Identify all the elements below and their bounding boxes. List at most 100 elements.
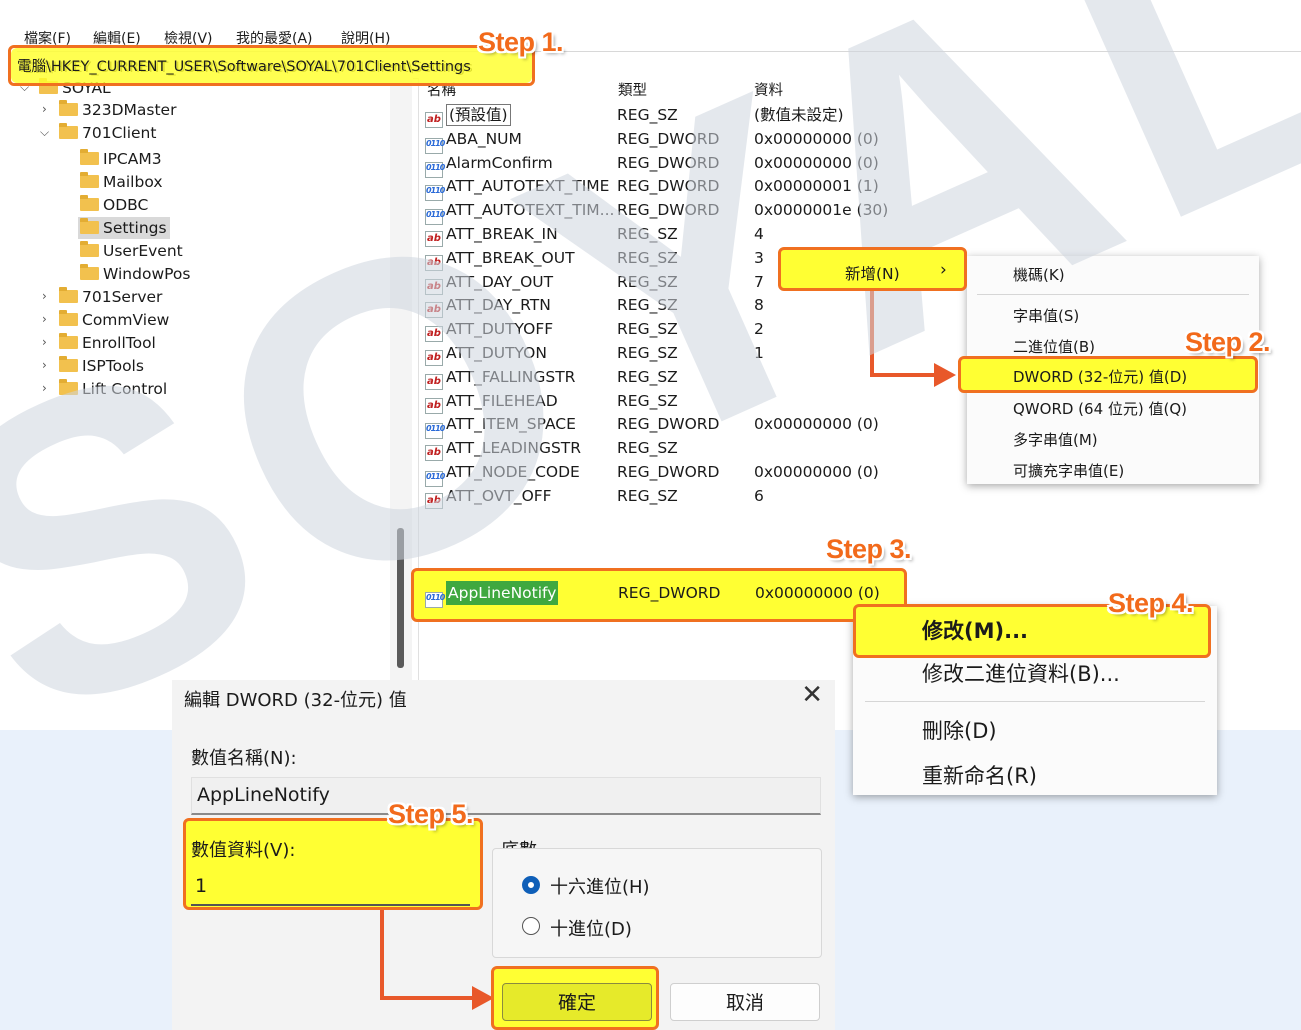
value-name-field[interactable]: AppLineNotify [191,777,821,815]
table-row[interactable]: 0110 ATT_AUTOTEXT_TIM... REG_DWORD 0x000000… [425,198,888,226]
tree-item-windowpos[interactable]: WindowPos [80,263,190,285]
tree-item-settings[interactable]: Settings [78,217,170,239]
menu-item-modify-binary[interactable]: 修改二進位資料(B)... [922,658,1120,688]
value-name: ATT_DAY_RTN [446,296,551,315]
address-path-overlay: 電腦\HKEY_CURRENT_USER\Software\SOYAL\701C… [17,59,471,75]
chevron-down-icon[interactable]: ⌵ [40,125,52,140]
value-type: REG_SZ [617,391,678,410]
value-data-field[interactable]: 1 [191,870,470,906]
tree-label: ISPTools [82,357,144,375]
table-row[interactable]: ab ATT_DUTYON REG_SZ 1 [425,341,885,366]
table-row[interactable]: ab ATT_DAY_RTN REG_SZ 8 [425,293,885,319]
folder-icon [59,123,78,139]
folder-icon [59,287,78,303]
step-3-label: Step 3. [826,534,912,564]
table-row[interactable]: ab ATT_OVT_OFF REG_SZ 6 [425,484,885,509]
tree-item-701client[interactable]: 701Client [59,122,156,144]
folder-icon [80,195,99,211]
value-data: 0x00000000 (0) [755,584,880,602]
table-row[interactable]: 0110 ABA_NUM REG_DWORD 0x00000000 (0) [425,127,885,154]
step-1-label: Step 1. [478,27,564,57]
tree-label: EnrollTool [82,334,156,352]
table-row[interactable]: ab ATT_FILEHEAD REG_SZ [425,389,885,414]
submenu-item-string[interactable]: 字串值(S) [1013,305,1079,326]
table-row[interactable]: ab ATT_BREAK_IN REG_SZ 4 [425,222,885,247]
tree-label: UserEvent [103,242,183,260]
tree-item-isptools[interactable]: ISPTools [59,355,144,377]
value-data: 2 [754,320,764,339]
table-row[interactable]: ab ATT_LEADINGSTR REG_SZ [425,436,885,462]
radio-decimal-label: 十進位(D) [550,919,632,940]
value-name: ABA_NUM [446,129,522,148]
submenu-item-dword[interactable]: DWORD (32-位元) 值(D) [1013,366,1187,387]
arrow-connector [380,996,474,1000]
chevron-right-icon[interactable]: › [42,289,54,303]
menu-item-rename[interactable]: 重新命名(R) [922,760,1037,790]
table-row[interactable]: ab (預設值) REG_SZ (數值未設定) [425,103,885,128]
chevron-right-icon[interactable]: › [42,335,54,349]
tree-item-lift-control[interactable]: Lift Control [59,378,167,400]
value-name: ATT_BREAK_IN [446,225,558,243]
value-type: REG_SZ [617,272,678,291]
chevron-right-icon[interactable]: › [42,312,54,326]
menu-item-modify[interactable]: 修改(M)... [922,615,1028,645]
folder-icon [80,172,99,188]
chevron-right-icon[interactable]: › [42,102,54,116]
value-data: 4 [754,225,764,243]
submenu-item-expandable-string[interactable]: 可擴充字串值(E) [1013,460,1124,481]
menu-item-new[interactable]: 新增(N) [845,262,900,284]
value-name: ATT_NODE_CODE [446,463,580,481]
tree-label: 701Server [82,288,163,306]
tree-item-odbc[interactable]: ODBC [80,194,148,216]
tree-item-ipcam3[interactable]: IPCAM3 [80,148,162,170]
value-data: 8 [754,296,764,315]
string-icon: ab [425,341,446,366]
value-name: ATT_OVT_OFF [446,486,552,505]
value-type: REG_DWORD [618,584,721,602]
table-row[interactable]: 0110 AlarmConfirm REG_DWORD 0x00000000 (0) [425,151,885,178]
value-name: ATT_LEADINGSTR [446,439,582,458]
menu-item-delete[interactable]: 刪除(D) [922,715,997,745]
tree-pane: ⌵ SOYAL › 323DMaster ⌵ 701Client IPCAM3 … [17,78,413,730]
tree-item-userevent[interactable]: UserEvent [80,240,183,262]
submenu-item-binary[interactable]: 二進位值(B) [1013,336,1095,357]
tree-item-mailbox[interactable]: Mailbox [80,171,163,193]
value-name: ATT_DUTYON [446,344,547,362]
tree-scrollbar-thumb[interactable] [397,528,404,668]
ok-button[interactable]: 確定 [502,983,652,1021]
submenu-item-multistring[interactable]: 多字串值(M) [1013,429,1098,450]
value-type: REG_DWORD [617,201,720,220]
value-data-label: 數值資料(V): [191,840,296,861]
column-header-type[interactable]: 類型 [618,79,647,100]
table-row[interactable]: 0110 ATT_AUTOTEXT_TIME REG_DWORD 0x00000001… [425,174,885,202]
close-icon[interactable]: ✕ [801,680,823,710]
chevron-right-icon[interactable]: › [42,358,54,372]
column-header-data[interactable]: 資料 [754,79,783,100]
tree-item-enrolltool[interactable]: EnrollTool [59,332,156,354]
value-type: REG_DWORD [617,153,720,172]
base-group [492,848,822,958]
chevron-right-icon[interactable]: › [42,381,54,395]
value-data: 7 [754,272,764,291]
tree-item-701server[interactable]: 701Server [59,286,162,308]
radio-decimal[interactable] [522,917,540,935]
table-row[interactable]: 0110 ATT_ITEM_SPACE REG_DWORD 0x00000000 (0… [425,412,885,440]
cancel-button[interactable]: 取消 [670,983,820,1021]
table-row-applinenotify[interactable]: 0110 AppLineNotify REG_DWORD 0x00000000 … [425,581,895,608]
table-row[interactable]: ab ATT_DUTYOFF REG_SZ 2 [425,317,885,343]
value-type: REG_SZ [617,367,678,386]
radio-hexadecimal[interactable] [522,876,540,894]
tree-item-323dmaster[interactable]: 323DMaster [59,99,176,121]
value-type: REG_SZ [617,439,678,458]
folder-icon [80,241,99,257]
string-icon: ab [425,389,446,414]
value-name: (預設值) [446,104,511,126]
tree-item-commview[interactable]: CommView [59,309,169,331]
submenu-item-qword[interactable]: QWORD (64 位元) 值(Q) [1013,398,1187,419]
table-row[interactable]: ab ATT_FALLINGSTR REG_SZ [425,365,885,390]
submenu-item-key[interactable]: 機碼(K) [1013,264,1065,285]
value-type: REG_DWORD [617,415,720,434]
value-type: REG_DWORD [617,129,720,148]
table-row[interactable]: 0110 ATT_NODE_CODE REG_DWORD 0x00000000 (0) [425,460,885,487]
value-data: 0x00000000 (0) [754,463,879,481]
